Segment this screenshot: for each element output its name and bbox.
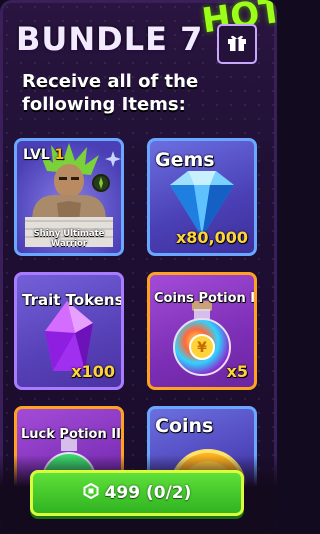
svg-text:¥: ¥ — [197, 340, 207, 356]
luck-potion-label: Luck Potion II — [21, 427, 121, 442]
bundle-subtitle: Receive all of the following Items: — [22, 71, 199, 115]
level-label: LVL 1 — [23, 147, 64, 163]
character-name: Shiny Ultimate Warrior — [33, 229, 105, 249]
buy-button[interactable]: 499 (0/2) — [30, 470, 244, 516]
trait-tokens-quantity: x100 — [71, 362, 115, 381]
trait-tokens-label: Trait Tokens — [22, 291, 124, 309]
coins-potion-quantity: x5 — [226, 362, 248, 381]
buy-price-text: 499 (0/2) — [104, 483, 192, 503]
item-card-character[interactable]: LVL 1 Shiny Ultimate Warrior — [14, 138, 124, 256]
bundle-panel: HOT BUNDLE 7 Receive all of the followin… — [0, 0, 277, 534]
level-prefix: LVL — [23, 147, 50, 163]
item-card-coins-potion[interactable]: ¥ Coins Potion II x5 — [147, 272, 257, 390]
item-card-gems[interactable]: Gems x80,000 — [147, 138, 257, 256]
coins-label: Coins — [155, 415, 214, 437]
coins-potion-label: Coins Potion II — [154, 291, 257, 306]
robux-icon — [83, 482, 99, 503]
bundle-title: BUNDLE 7 — [16, 20, 204, 58]
gems-quantity: x80,000 — [175, 228, 248, 247]
gift-icon — [226, 31, 248, 57]
gems-label: Gems — [155, 149, 215, 171]
level-number: 1 — [54, 147, 65, 163]
item-card-trait-tokens[interactable]: Trait Tokens x100 — [14, 272, 124, 390]
gift-button[interactable] — [217, 24, 257, 64]
